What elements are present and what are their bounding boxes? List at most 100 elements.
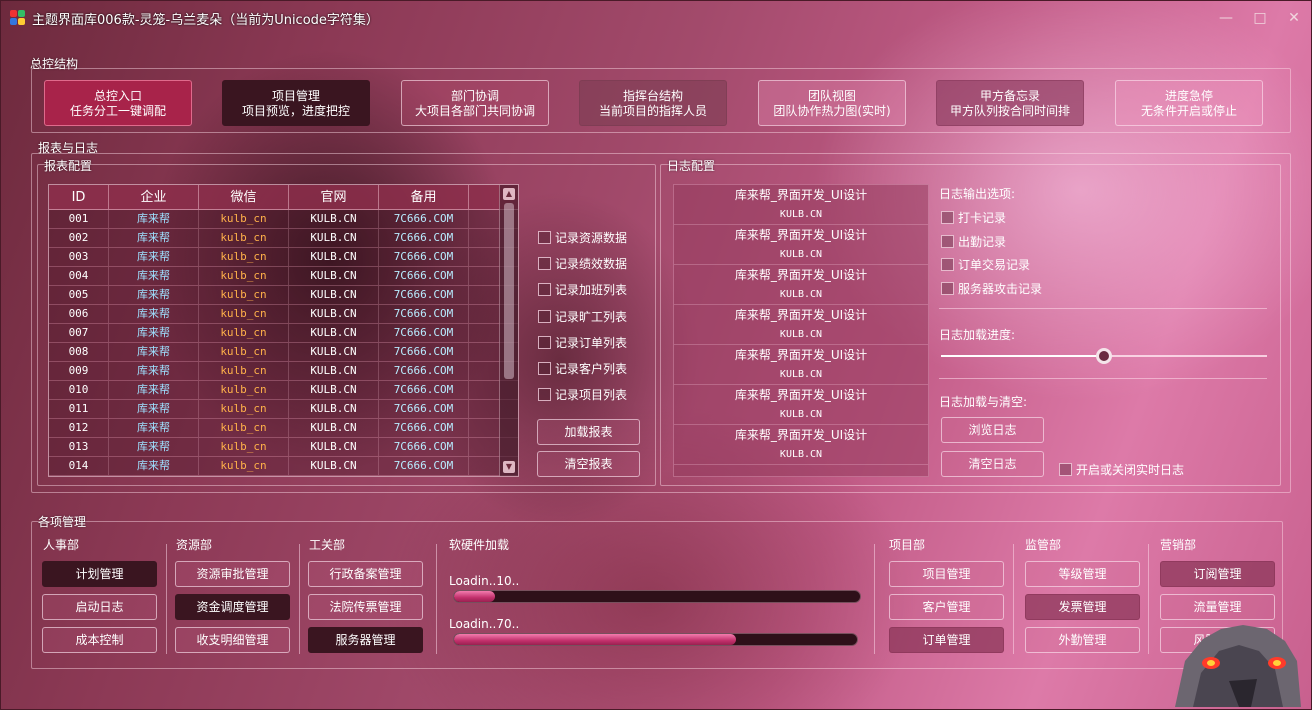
scroll-down-icon[interactable]: ▼	[503, 461, 515, 473]
log-item-subtitle[interactable]: KULB.CN	[674, 205, 928, 225]
startup-log-button[interactable]: 启动日志	[42, 594, 157, 620]
checkbox-box[interactable]	[941, 234, 954, 248]
checkbox-box[interactable]	[538, 257, 551, 271]
nav-button-project-management[interactable]: 项目管理 项目预览，进度把控	[222, 80, 370, 126]
report-option-checkbox[interactable]: 记录绩效数据	[538, 255, 627, 272]
log-item-title[interactable]: 库来帮_界面开发_UI设计	[674, 425, 928, 445]
checkbox-box[interactable]	[538, 231, 551, 244]
server-management-button[interactable]: 服务器管理	[308, 627, 423, 653]
resource-approval-button[interactable]: 资源审批管理	[175, 561, 290, 587]
log-option-checkbox[interactable]: 订单交易记录	[941, 256, 1030, 273]
traffic-management-button[interactable]: 流量管理	[1160, 594, 1275, 620]
scroll-thumb[interactable]	[504, 203, 514, 379]
table-row[interactable]: 003 库来帮 kulb_cn KULB.CN 7C666.COM	[49, 248, 518, 267]
checkbox-box[interactable]	[538, 309, 551, 323]
log-item-title[interactable]: 库来帮_界面开发_UI设计	[674, 265, 928, 285]
cost-control-button[interactable]: 成本控制	[42, 627, 157, 653]
log-list[interactable]: 库来帮_界面开发_UI设计 KULB.CN 库来帮_界面开发_UI设计 KULB.CN…	[673, 184, 929, 477]
table-row[interactable]: 009 库来帮 kulb_cn KULB.CN 7C666.COM	[49, 362, 518, 381]
checkbox-box[interactable]	[538, 362, 551, 375]
table-row[interactable]: 007 库来帮 kulb_cn KULB.CN 7C666.COM	[49, 324, 518, 343]
income-expense-button[interactable]: 收支明细管理	[175, 627, 290, 653]
browse-log-button[interactable]: 浏览日志	[941, 417, 1044, 443]
checkbox-box[interactable]	[538, 283, 551, 297]
table-row[interactable]: 011 库来帮 kulb_cn KULB.CN 7C666.COM	[49, 400, 518, 419]
log-item-subtitle[interactable]: KULB.CN	[674, 325, 928, 345]
report-option-checkbox[interactable]: 记录客户列表	[538, 360, 627, 377]
clear-log-button[interactable]: 清空日志	[941, 451, 1044, 477]
nav-button-department-coordination[interactable]: 部门协调 大项目各部门共同协调	[401, 80, 549, 126]
report-option-checkbox[interactable]: 记录加班列表	[538, 281, 627, 298]
plan-management-button[interactable]: 计划管理	[42, 561, 157, 587]
nav-button-command-structure[interactable]: 指挥台结构 当前项目的指挥人员	[579, 80, 727, 126]
nav-button-control-entry[interactable]: 总控入口 任务分工一键调配	[44, 80, 192, 126]
report-option-checkbox[interactable]: 记录旷工列表	[538, 308, 627, 325]
customer-management-button[interactable]: 客户管理	[889, 594, 1004, 620]
checkbox-box[interactable]	[1059, 463, 1072, 476]
load-report-button[interactable]: 加载报表	[537, 419, 640, 445]
column-header-company[interactable]: 企业	[109, 185, 199, 209]
table-row[interactable]: 006 库来帮 kulb_cn KULB.CN 7C666.COM	[49, 305, 518, 324]
minimize-icon[interactable]: —	[1217, 9, 1235, 27]
clear-report-button[interactable]: 清空报表	[537, 451, 640, 477]
column-header-wechat[interactable]: 微信	[199, 185, 289, 209]
invoice-management-button[interactable]: 发票管理	[1025, 594, 1140, 620]
subscription-management-button[interactable]: 订阅管理	[1160, 561, 1275, 587]
table-row[interactable]: 004 库来帮 kulb_cn KULB.CN 7C666.COM	[49, 267, 518, 286]
table-scrollbar[interactable]: ▲ ▼	[499, 185, 518, 476]
log-item-title[interactable]: 库来帮_界面开发_UI设计	[674, 225, 928, 245]
table-row[interactable]: 013 库来帮 kulb_cn KULB.CN 7C666.COM	[49, 438, 518, 457]
maximize-icon[interactable]: □	[1251, 9, 1269, 27]
log-item-subtitle[interactable]: KULB.CN	[674, 245, 928, 265]
nav-button-team-view[interactable]: 团队视图 团队协作热力图(实时)	[758, 80, 906, 126]
field-management-button[interactable]: 外勤管理	[1025, 627, 1140, 653]
project-management-button[interactable]: 项目管理	[889, 561, 1004, 587]
title-bar[interactable]: 主题界面库006款-灵笼-乌兰麦朵（当前为Unicode字符集） — □ ✕	[1, 1, 1312, 35]
checkbox-box[interactable]	[941, 281, 954, 295]
log-item-subtitle[interactable]: KULB.CN	[674, 365, 928, 385]
fund-dispatch-button[interactable]: 资金调度管理	[175, 594, 290, 620]
log-item-subtitle[interactable]: KULB.CN	[674, 445, 928, 465]
column-header-id[interactable]: ID	[49, 185, 109, 209]
table-row[interactable]: 010 库来帮 kulb_cn KULB.CN 7C666.COM	[49, 381, 518, 400]
log-item-title[interactable]: 库来帮_界面开发_UI设计	[674, 305, 928, 325]
report-table[interactable]: ID 企业 微信 官网 备用 001 库来帮 kulb_cn KULB.CN 7C666…	[48, 184, 519, 477]
column-header-backup[interactable]: 备用	[379, 185, 469, 209]
checkbox-box[interactable]	[538, 388, 551, 402]
table-row[interactable]: 008 库来帮 kulb_cn KULB.CN 7C666.COM	[49, 343, 518, 362]
checkbox-box[interactable]	[941, 258, 954, 271]
order-management-button[interactable]: 订单管理	[889, 627, 1004, 653]
log-item-title[interactable]: 库来帮_界面开发_UI设计	[674, 385, 928, 405]
level-management-button[interactable]: 等级管理	[1025, 561, 1140, 587]
log-item-title[interactable]: 库来帮_界面开发_UI设计	[674, 185, 928, 205]
checkbox-label: 记录项目列表	[555, 388, 628, 403]
nav-button-emergency-stop[interactable]: 进度急停 无条件开启或停止	[1115, 80, 1263, 126]
log-option-checkbox[interactable]: 服务器攻击记录	[941, 280, 1042, 297]
realtime-log-checkbox[interactable]: 开启或关闭实时日志	[1059, 461, 1184, 478]
slider-knob[interactable]	[1096, 348, 1112, 364]
table-row[interactable]: 014 库来帮 kulb_cn KULB.CN 7C666.COM	[49, 457, 518, 476]
scroll-up-icon[interactable]: ▲	[503, 188, 515, 200]
table-row[interactable]: 001 库来帮 kulb_cn KULB.CN 7C666.COM	[49, 210, 518, 229]
table-row[interactable]: 002 库来帮 kulb_cn KULB.CN 7C666.COM	[49, 229, 518, 248]
report-option-checkbox[interactable]: 记录资源数据	[538, 229, 627, 246]
log-option-checkbox[interactable]: 打卡记录	[941, 209, 1006, 226]
court-summons-button[interactable]: 法院传票管理	[308, 594, 423, 620]
log-item-subtitle[interactable]: KULB.CN	[674, 285, 928, 305]
log-option-checkbox[interactable]: 出勤记录	[941, 233, 1006, 250]
checkbox-label: 打卡记录	[958, 211, 1007, 225]
nav-button-client-memo[interactable]: 甲方备忘录 甲方队列按合同时间排	[936, 80, 1084, 126]
report-option-checkbox[interactable]: 记录订单列表	[538, 334, 627, 351]
close-icon[interactable]: ✕	[1285, 9, 1303, 27]
checkbox-box[interactable]	[538, 335, 551, 349]
column-header-website[interactable]: 官网	[289, 185, 379, 209]
table-row[interactable]: 005 库来帮 kulb_cn KULB.CN 7C666.COM	[49, 286, 518, 305]
log-item-subtitle[interactable]: KULB.CN	[674, 405, 928, 425]
cell-backup: 7C666.COM	[379, 267, 469, 285]
report-option-checkbox[interactable]: 记录项目列表	[538, 386, 627, 403]
checkbox-box[interactable]	[941, 211, 954, 224]
table-row[interactable]: 012 库来帮 kulb_cn KULB.CN 7C666.COM	[49, 419, 518, 438]
log-item-title[interactable]: 库来帮_界面开发_UI设计	[674, 345, 928, 365]
log-progress-slider[interactable]	[941, 348, 1267, 364]
admin-filing-button[interactable]: 行政备案管理	[308, 561, 423, 587]
